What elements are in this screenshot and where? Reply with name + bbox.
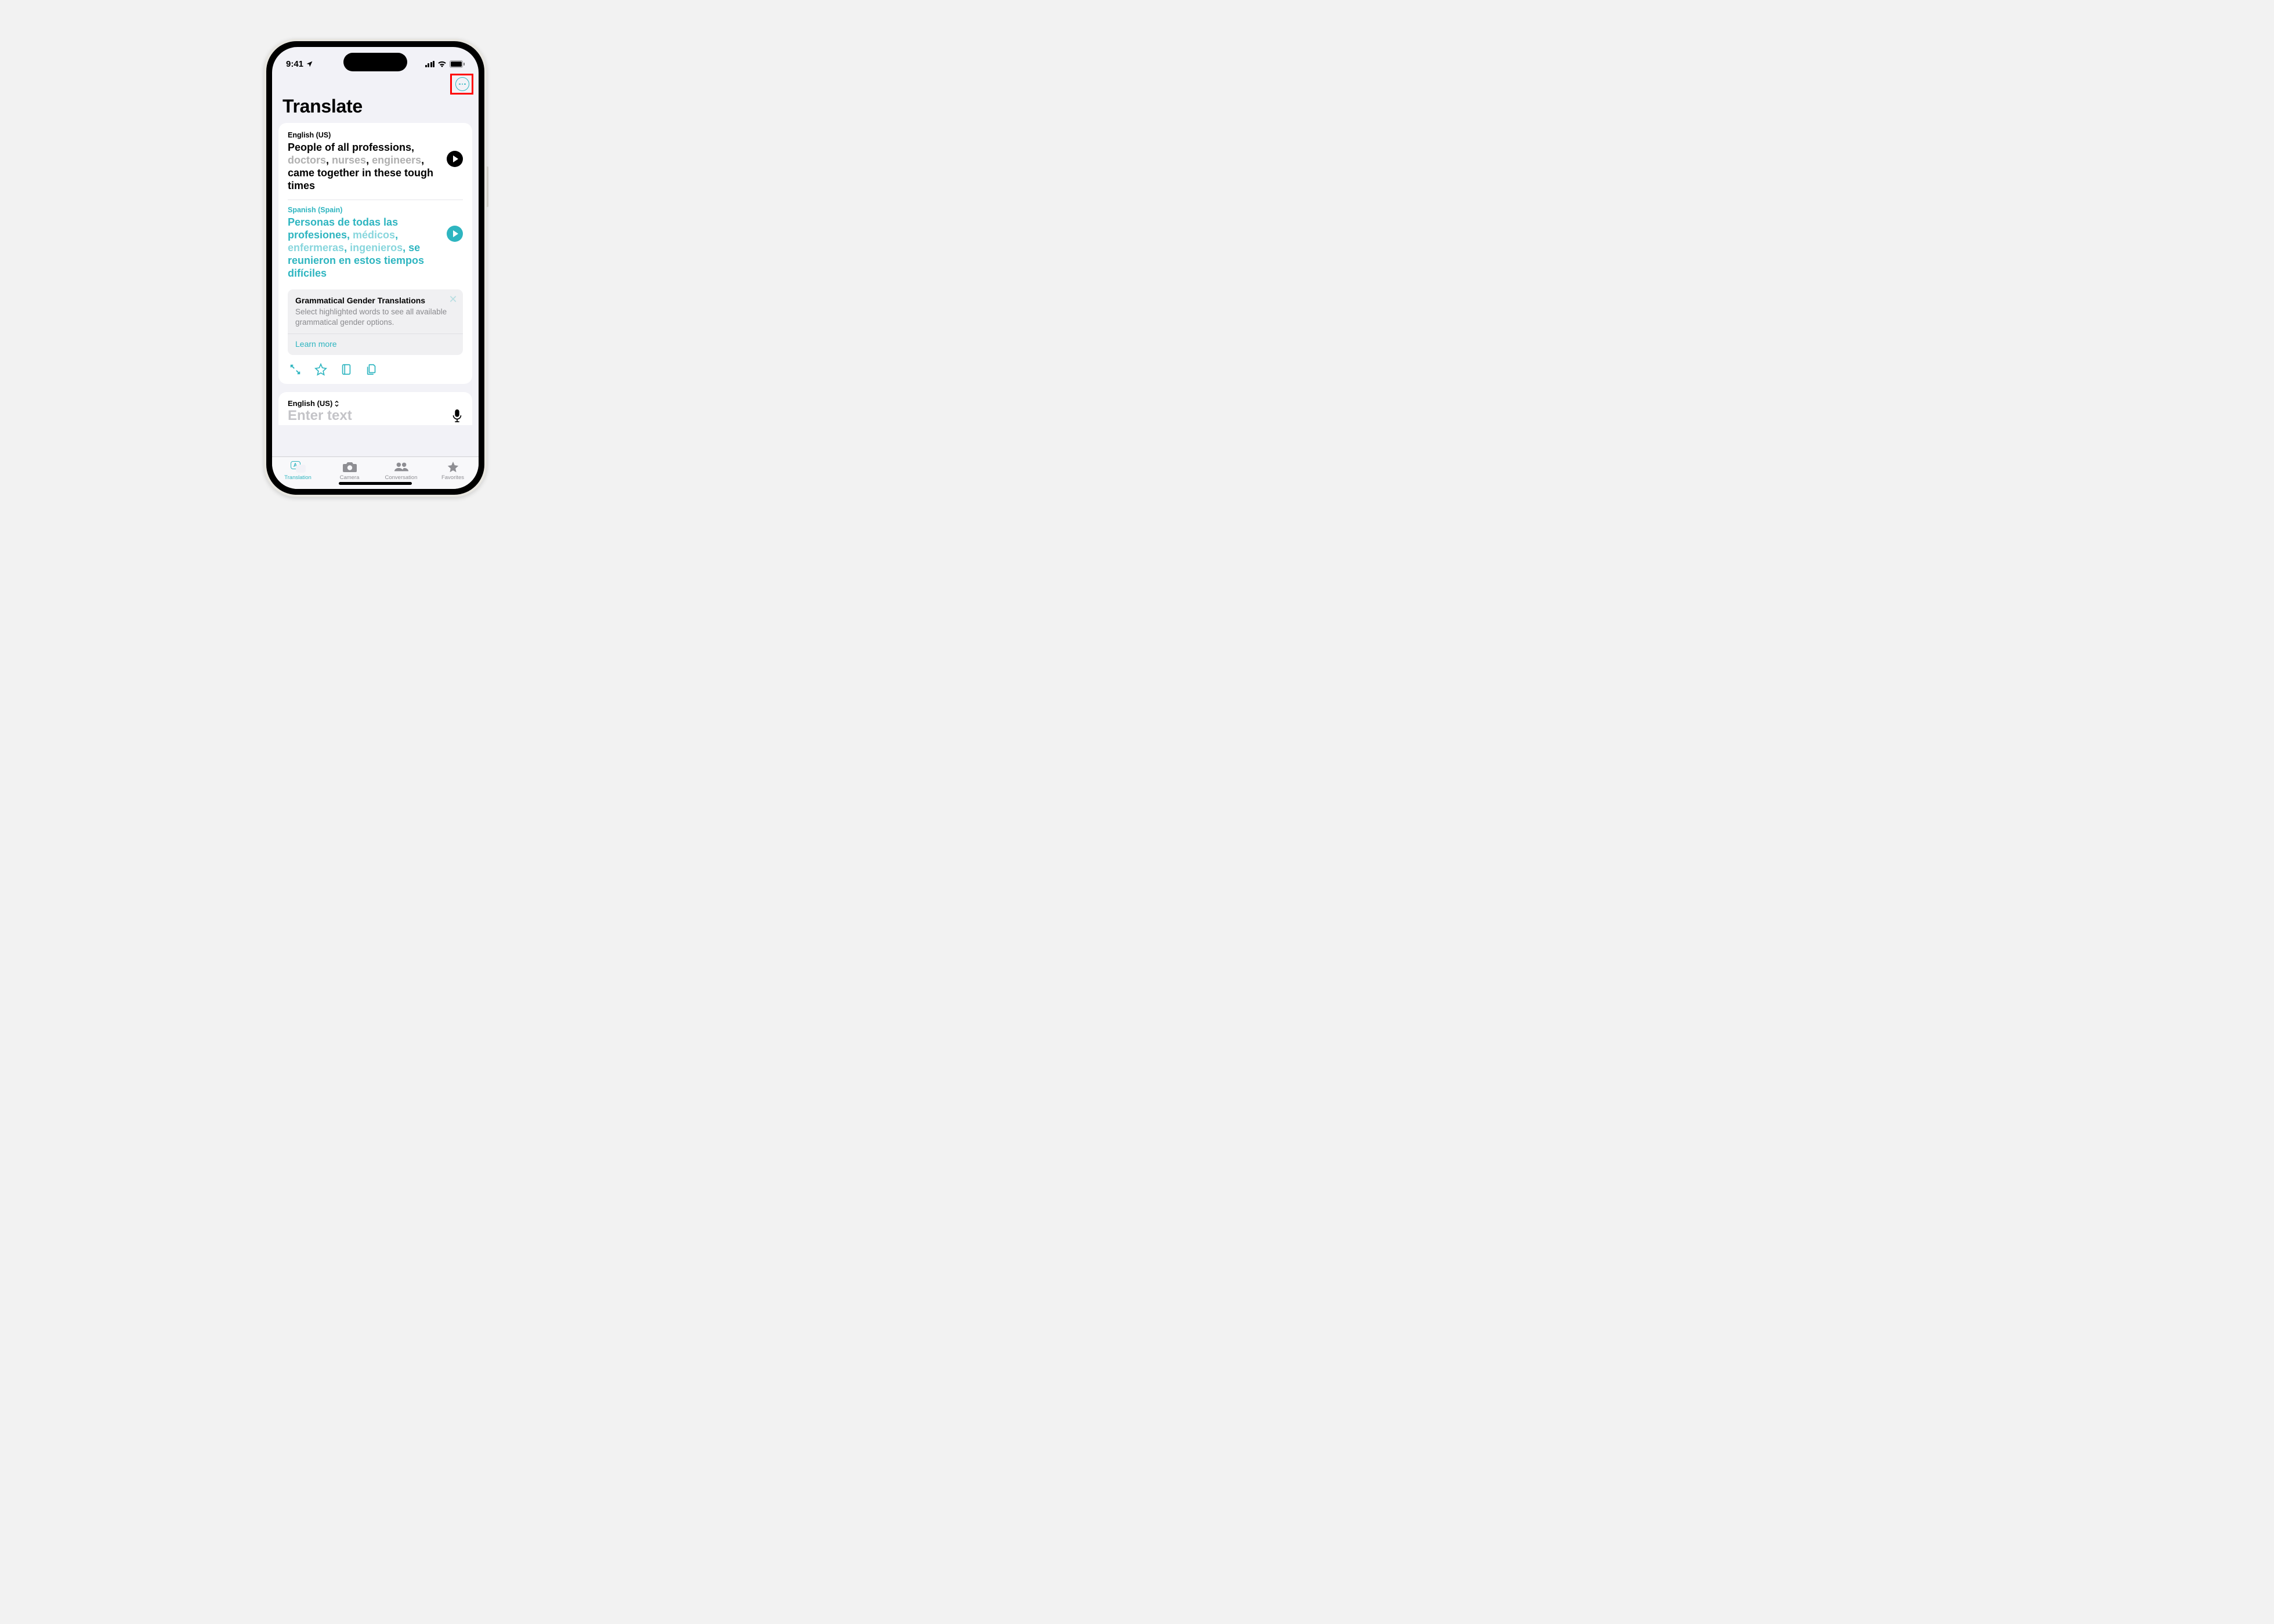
target-text[interactable]: Personas de todas las profesiones, médic… [288,216,442,280]
highlighted-word[interactable]: nurses [332,154,366,166]
translation-icon: A 文 [291,461,306,473]
play-target-button[interactable] [447,226,463,242]
cellular-signal-icon [425,61,435,67]
more-button[interactable] [455,77,469,91]
text-input[interactable]: Enter text [288,408,352,424]
camera-icon [342,461,357,473]
input-language-selector[interactable]: English (US) [288,399,463,408]
gender-info-box: ✕ Grammatical Gender Translations Select… [288,289,463,355]
tab-favorites[interactable]: Favorites [433,461,473,481]
wifi-icon [437,60,447,67]
expand-icon[interactable] [289,363,302,376]
close-info-button[interactable]: ✕ [448,294,458,304]
copy-icon[interactable] [365,363,378,376]
tab-camera[interactable]: Camera [329,461,370,481]
learn-more-link[interactable]: Learn more [295,339,455,349]
action-row [288,363,463,376]
dictionary-icon[interactable] [340,363,353,376]
play-icon [453,230,458,237]
highlighted-word[interactable]: enfermeras [288,242,344,253]
dynamic-island [343,53,407,71]
play-source-button[interactable] [447,151,463,167]
phone-bezel: 9:41 Translate English (US) [266,41,484,495]
highlighted-word[interactable]: médicos [353,229,395,241]
star-filled-icon [447,461,459,473]
phone-frame: 9:41 Translate English (US) [264,39,487,497]
translation-card: English (US) People of all professions, … [278,123,472,384]
battery-icon [450,60,465,68]
highlighted-word[interactable]: doctors [288,154,326,166]
highlighted-word[interactable]: ingenieros [350,242,403,253]
tab-translation[interactable]: A 文 Translation [278,461,318,481]
info-title: Grammatical Gender Translations [295,296,455,305]
people-icon [394,462,409,472]
location-icon [306,60,313,68]
target-language-label[interactable]: Spanish (Spain) [288,206,463,214]
info-body: Select highlighted words to see all avai… [295,307,455,328]
star-icon[interactable] [314,363,327,376]
tab-conversation[interactable]: Conversation [381,461,422,481]
source-language-label[interactable]: English (US) [288,131,463,139]
side-button [487,166,488,207]
status-time: 9:41 [286,59,303,69]
play-icon [453,155,458,162]
screen: 9:41 Translate English (US) [272,47,479,489]
nav-bar [272,74,479,96]
highlighted-word[interactable]: engineers [372,154,421,166]
page-title: Translate [272,96,479,123]
content-area: English (US) People of all professions, … [272,123,479,456]
home-indicator[interactable] [339,482,412,485]
microphone-icon[interactable] [451,409,463,423]
source-text[interactable]: People of all professions, doctors, nurs… [288,142,442,193]
input-card[interactable]: English (US) Enter text [278,392,472,425]
chevron-updown-icon [334,400,339,407]
